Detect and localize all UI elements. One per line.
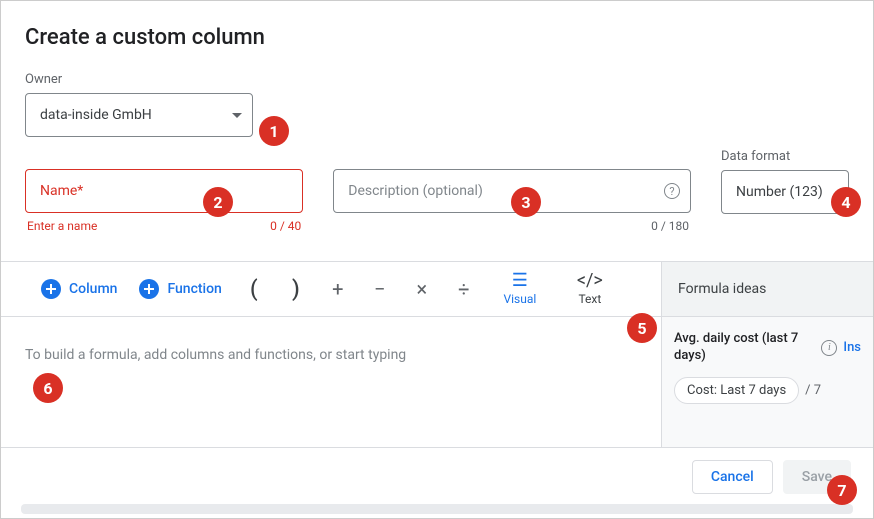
cancel-button[interactable]: Cancel <box>692 460 773 494</box>
text-mode-button[interactable]: </> Text <box>566 272 614 306</box>
multiply-operator-button[interactable]: × <box>412 277 432 301</box>
annotation-badge: 3 <box>511 187 541 217</box>
text-mode-label: Text <box>578 292 601 306</box>
format-label: Data format <box>721 149 849 164</box>
plus-operator-button[interactable]: + <box>328 277 348 301</box>
idea-suffix: / 7 <box>805 383 821 398</box>
divide-operator-button[interactable]: ÷ <box>454 277 474 301</box>
add-function-label: Function <box>167 281 221 297</box>
idea-chip[interactable]: Cost: Last 7 days <box>674 377 799 404</box>
chevron-down-icon <box>232 113 242 118</box>
data-format-select[interactable]: Number (123) <box>721 170 849 214</box>
annotation-badge: 4 <box>831 187 861 217</box>
horizontal-scrollbar[interactable] <box>21 504 853 514</box>
visual-icon: ☰ <box>512 272 528 290</box>
plus-icon <box>139 279 159 299</box>
dialog-title: Create a custom column <box>25 25 849 50</box>
formula-editor[interactable]: To build a formula, add columns and func… <box>1 317 661 447</box>
format-value: Number (123) <box>736 184 823 200</box>
code-icon: </> <box>577 272 603 290</box>
add-function-button[interactable]: Function <box>139 279 221 299</box>
owner-label: Owner <box>25 72 849 87</box>
visual-mode-label: Visual <box>503 292 536 306</box>
idea-title: Avg. daily cost (last 7 days) <box>674 331 815 365</box>
description-placeholder: Description (optional) <box>348 183 483 199</box>
annotation-badge: 5 <box>627 313 657 343</box>
name-error: Enter a name <box>27 219 97 233</box>
annotation-badge: 1 <box>259 116 289 146</box>
open-paren-button[interactable]: ( <box>244 277 264 302</box>
info-icon[interactable]: i <box>821 340 837 356</box>
formula-ideas-panel: Avg. daily cost (last 7 days) i Ins Cost… <box>661 317 873 447</box>
owner-value: data-inside GmbH <box>40 107 152 123</box>
formula-ideas-header: Formula ideas <box>661 262 873 316</box>
owner-select[interactable]: data-inside GmbH <box>25 93 253 137</box>
close-paren-button[interactable]: ) <box>286 277 306 302</box>
annotation-badge: 2 <box>203 187 233 217</box>
formula-placeholder: To build a formula, add columns and func… <box>5 347 406 363</box>
description-counter: 0 / 180 <box>333 219 691 233</box>
visual-mode-button[interactable]: ☰ Visual <box>496 272 544 306</box>
help-icon[interactable]: ? <box>664 183 680 199</box>
name-placeholder: Name* <box>40 183 83 199</box>
name-counter: 0 / 40 <box>270 219 301 233</box>
add-column-label: Column <box>69 281 117 297</box>
plus-icon <box>41 279 61 299</box>
add-column-button[interactable]: Column <box>41 279 117 299</box>
annotation-badge: 6 <box>33 373 63 403</box>
annotation-badge: 7 <box>827 475 857 505</box>
name-input[interactable]: Name* <box>25 169 303 213</box>
minus-operator-button[interactable]: − <box>370 277 390 301</box>
insert-idea-button[interactable]: Ins <box>843 340 861 355</box>
